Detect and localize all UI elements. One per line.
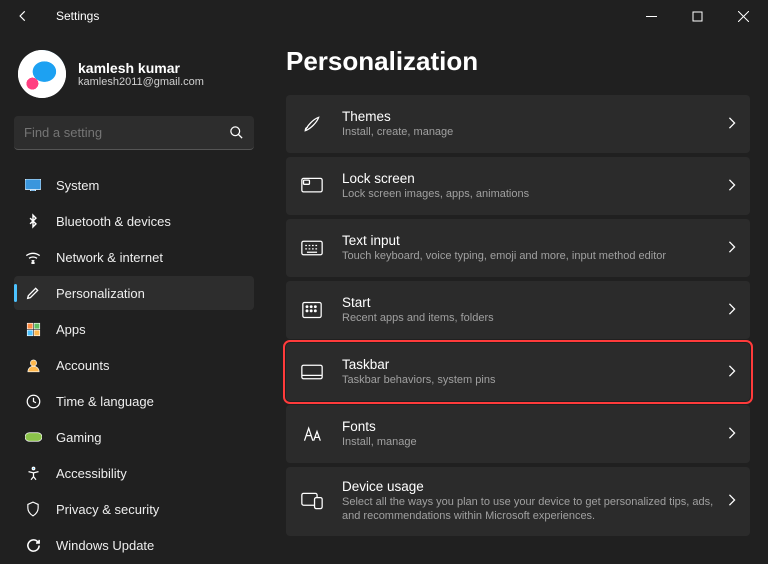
page-heading: Personalization — [286, 46, 750, 77]
nav-item-accounts[interactable]: Accounts — [14, 348, 254, 382]
nav-item-label: Personalization — [56, 286, 145, 301]
card-title: Device usage — [342, 479, 728, 494]
card-description: Touch keyboard, voice typing, emoji and … — [342, 249, 722, 263]
privacy-icon — [24, 500, 42, 518]
apps-icon — [24, 320, 42, 338]
app-title: Settings — [56, 9, 99, 23]
lock-screen-icon — [300, 174, 324, 198]
search-box[interactable] — [14, 116, 254, 150]
settings-card-device-usage[interactable]: Device usageSelect all the ways you plan… — [286, 467, 750, 536]
settings-card-start[interactable]: StartRecent apps and items, folders — [286, 281, 750, 339]
search-icon — [229, 125, 244, 140]
personalization-icon — [24, 284, 42, 302]
main-panel: Personalization ThemesInstall, create, m… — [264, 32, 768, 564]
nav-item-label: Accounts — [56, 358, 109, 373]
sidebar: kamlesh kumar kamlesh2011@gmail.com Syst… — [0, 32, 264, 564]
nav-item-bluetooth-devices[interactable]: Bluetooth & devices — [14, 204, 254, 238]
accounts-icon — [24, 356, 42, 374]
card-title: Taskbar — [342, 357, 728, 372]
chevron-right-icon — [728, 303, 736, 318]
maximize-button[interactable] — [674, 0, 720, 32]
minimize-button[interactable] — [628, 0, 674, 32]
card-title: Themes — [342, 109, 728, 124]
nav-item-label: Bluetooth & devices — [56, 214, 171, 229]
card-description: Select all the ways you plan to use your… — [342, 495, 722, 524]
profile-name: kamlesh kumar — [78, 60, 204, 76]
chevron-right-icon — [728, 241, 736, 256]
bluetooth-icon — [24, 212, 42, 230]
settings-card-taskbar[interactable]: TaskbarTaskbar behaviors, system pins — [286, 343, 750, 401]
nav-item-network-internet[interactable]: Network & internet — [14, 240, 254, 274]
card-title: Fonts — [342, 419, 728, 434]
chevron-right-icon — [728, 494, 736, 509]
back-button[interactable] — [8, 9, 38, 23]
nav-item-system[interactable]: System — [14, 168, 254, 202]
brush-icon — [300, 112, 324, 136]
profile[interactable]: kamlesh kumar kamlesh2011@gmail.com — [18, 50, 254, 98]
settings-card-text-input[interactable]: Text inputTouch keyboard, voice typing, … — [286, 219, 750, 277]
search-input[interactable] — [24, 125, 229, 140]
settings-card-fonts[interactable]: FontsInstall, manage — [286, 405, 750, 463]
keyboard-icon — [300, 236, 324, 260]
nav-item-accessibility[interactable]: Accessibility — [14, 456, 254, 490]
nav-item-label: Windows Update — [56, 538, 154, 553]
nav-item-apps[interactable]: Apps — [14, 312, 254, 346]
nav-item-label: Network & internet — [56, 250, 163, 265]
card-description: Taskbar behaviors, system pins — [342, 373, 722, 387]
chevron-right-icon — [728, 117, 736, 132]
nav-item-label: Time & language — [56, 394, 154, 409]
card-description: Install, manage — [342, 435, 722, 449]
nav-item-label: System — [56, 178, 99, 193]
avatar — [18, 50, 66, 98]
chevron-right-icon — [728, 427, 736, 442]
nav-item-windows-update[interactable]: Windows Update — [14, 528, 254, 562]
nav-item-label: Gaming — [56, 430, 102, 445]
card-description: Install, create, manage — [342, 125, 722, 139]
update-icon — [24, 536, 42, 554]
card-description: Recent apps and items, folders — [342, 311, 722, 325]
card-description: Lock screen images, apps, animations — [342, 187, 722, 201]
nav-item-gaming[interactable]: Gaming — [14, 420, 254, 454]
time-icon — [24, 392, 42, 410]
settings-card-themes[interactable]: ThemesInstall, create, manage — [286, 95, 750, 153]
settings-card-lock-screen[interactable]: Lock screenLock screen images, apps, ani… — [286, 157, 750, 215]
start-icon — [300, 298, 324, 322]
network-icon — [24, 248, 42, 266]
accessibility-icon — [24, 464, 42, 482]
close-button[interactable] — [720, 0, 766, 32]
nav-item-time-language[interactable]: Time & language — [14, 384, 254, 418]
nav-item-label: Privacy & security — [56, 502, 159, 517]
nav-item-label: Apps — [56, 322, 86, 337]
gaming-icon — [24, 428, 42, 446]
chevron-right-icon — [728, 179, 736, 194]
taskbar-icon — [300, 360, 324, 384]
card-title: Lock screen — [342, 171, 728, 186]
card-title: Text input — [342, 233, 728, 248]
fonts-icon — [300, 422, 324, 446]
nav-item-personalization[interactable]: Personalization — [14, 276, 254, 310]
nav-item-privacy-security[interactable]: Privacy & security — [14, 492, 254, 526]
nav-item-label: Accessibility — [56, 466, 127, 481]
chevron-right-icon — [728, 365, 736, 380]
titlebar: Settings — [0, 0, 768, 32]
device-usage-icon — [300, 489, 324, 513]
profile-email: kamlesh2011@gmail.com — [78, 76, 204, 88]
system-icon — [24, 176, 42, 194]
card-title: Start — [342, 295, 728, 310]
